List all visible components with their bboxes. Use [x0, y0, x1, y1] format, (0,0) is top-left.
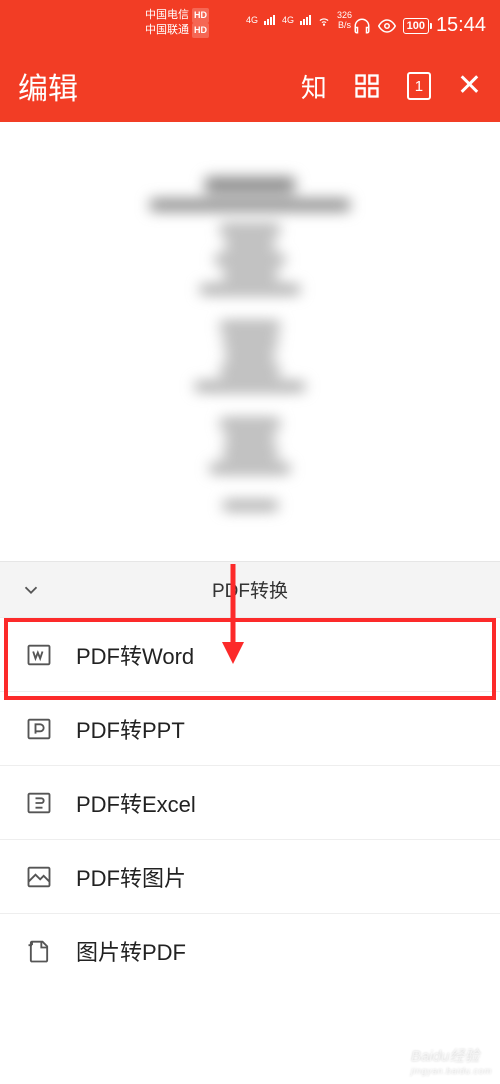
network-label-1: 4G [246, 15, 258, 25]
blurred-document-content [120, 177, 380, 516]
chevron-down-icon [20, 579, 42, 601]
word-icon [24, 640, 54, 670]
grid-icon[interactable] [353, 72, 381, 100]
sheet-title: PDF转换 [212, 576, 288, 603]
menu-item-pdf-to-image[interactable]: PDF转图片 [0, 840, 500, 914]
menu-item-pdf-to-excel[interactable]: PDF转Excel [0, 766, 500, 840]
battery-indicator: 100 [403, 18, 429, 34]
page-title: 编辑 [18, 64, 78, 108]
menu-item-image-to-pdf[interactable]: 图片转PDF [0, 914, 500, 988]
carrier-1: 中国电信 [145, 8, 189, 23]
page-number-button[interactable]: 1 [407, 72, 431, 100]
image-icon [24, 862, 54, 892]
close-icon[interactable]: ✕ [457, 71, 482, 101]
menu-label: PDF转Word [76, 639, 194, 671]
network-label-2: 4G [282, 15, 294, 25]
status-bar: 中国电信 HD 中国联通 HD 4G 4G 326 B/s 100 15:44 [0, 0, 500, 50]
menu-label: PDF转Excel [76, 787, 196, 819]
network-speed: 326 B/s [337, 10, 352, 30]
menu-label: PDF转PPT [76, 713, 185, 745]
watermark: Baidu经验 jingyan.baidu.com [411, 1045, 492, 1076]
convert-sheet: PDF转换 PDF转Word PDF转PPT PDF转Excel PDF转图片 [0, 562, 500, 1084]
wifi-icon [317, 13, 331, 27]
img-to-pdf-icon [24, 936, 54, 966]
clock: 15:44 [436, 14, 486, 37]
menu-item-pdf-to-word[interactable]: PDF转Word [0, 618, 500, 692]
watermark-line1: Baidu经验 [411, 1045, 492, 1066]
status-right: 100 15:44 [353, 14, 486, 37]
hd-badge-1: HD [192, 8, 209, 23]
signal-block: 4G 4G 326 B/s [245, 10, 352, 30]
excel-icon [24, 788, 54, 818]
carrier-2: 中国联通 [145, 23, 189, 38]
hd-badge-2: HD [192, 23, 209, 38]
signal-bars-1 [264, 15, 275, 25]
collapse-button[interactable] [16, 575, 46, 605]
document-preview[interactable] [0, 122, 500, 562]
menu-label: PDF转图片 [76, 861, 186, 893]
carrier-info: 中国电信 HD 中国联通 HD [145, 8, 209, 38]
watermark-line2: jingyan.baidu.com [411, 1066, 492, 1076]
eye-icon [378, 17, 396, 35]
headphones-icon [353, 17, 371, 35]
sheet-header: PDF转换 [0, 562, 500, 618]
header-actions: 知 1 ✕ [301, 68, 482, 105]
zhi-button[interactable]: 知 [301, 68, 327, 105]
ppt-icon [24, 714, 54, 744]
signal-bars-2 [300, 15, 311, 25]
menu-item-pdf-to-ppt[interactable]: PDF转PPT [0, 692, 500, 766]
app-header: 编辑 知 1 ✕ [0, 50, 500, 122]
menu-label: 图片转PDF [76, 935, 186, 967]
